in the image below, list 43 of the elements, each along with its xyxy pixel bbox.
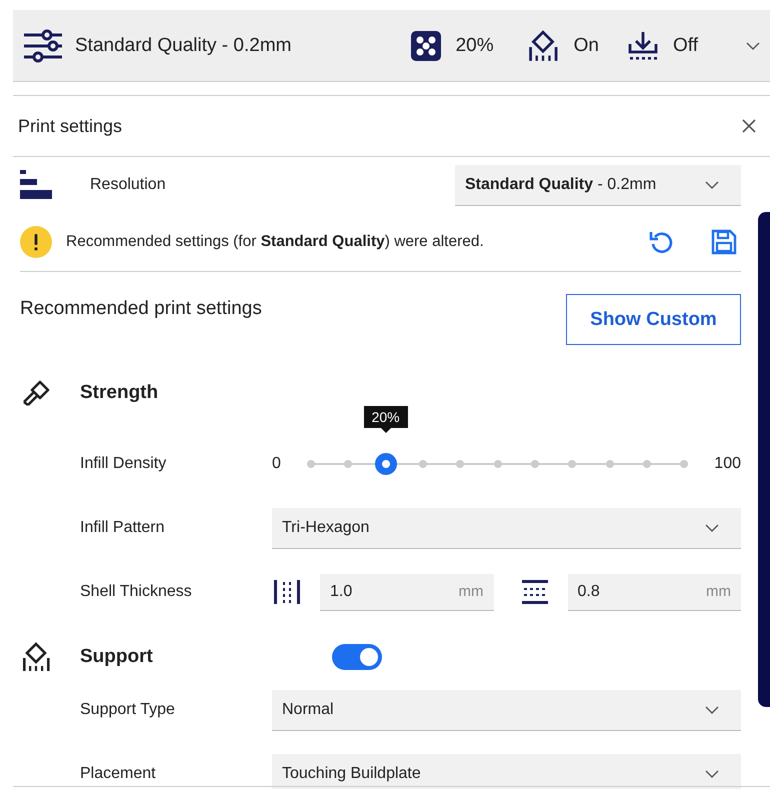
layer-height-icon — [20, 170, 52, 200]
sliders-icon — [23, 28, 63, 62]
chevron-down-icon — [705, 706, 719, 714]
setting-label: Support Type — [80, 701, 175, 718]
panel-title: Print settings — [18, 116, 122, 136]
top-bottom-thickness-icon — [520, 579, 550, 605]
dropdown[interactable]: Normal — [272, 690, 741, 730]
support-icon — [20, 641, 52, 673]
number-field[interactable]: 0.8 mm — [568, 574, 741, 610]
profile-label: Standard Quality - 0.2mm — [75, 34, 292, 56]
section-heading: Recommended print settings — [20, 298, 262, 320]
dropdown[interactable]: Touching Buildplate — [272, 754, 741, 789]
wall-thickness-icon — [272, 579, 302, 605]
dropdown[interactable]: Tri-Hexagon — [272, 508, 741, 548]
warning-icon — [20, 226, 52, 258]
adhesion-value: Off — [673, 34, 698, 56]
setting-label: Placement — [80, 765, 156, 782]
setting-label: Infill Pattern — [80, 519, 164, 536]
number-field[interactable]: 1.0 mm — [320, 574, 494, 610]
support-toggle[interactable] — [332, 644, 382, 670]
resolution-label: Resolution — [90, 176, 166, 193]
infill-icon — [410, 30, 442, 62]
chevron-down-icon — [746, 42, 760, 50]
infill-value: 20% — [456, 34, 494, 56]
chevron-down-icon — [705, 770, 719, 778]
setting-label: Infill Density — [80, 455, 166, 472]
support-value: On — [574, 34, 599, 56]
slider-thumb[interactable] — [374, 453, 397, 475]
slider-tooltip: 20% — [364, 406, 408, 433]
setting-label: Shell Thickness — [80, 583, 192, 600]
category-title: Support — [80, 646, 153, 667]
slider-max-label: 100 — [714, 455, 741, 473]
category-title: Strength — [80, 382, 158, 403]
altered-notice: Recommended settings (for Standard Quality) were altered. — [66, 233, 485, 251]
resolution-dropdown[interactable]: Standard Quality - 0.2mm — [455, 164, 741, 206]
print-setup-bar[interactable]: Standard Quality - 0.2mm 20% On Off — [13, 10, 770, 82]
adhesion-icon — [627, 30, 659, 62]
scrollbar[interactable] — [758, 212, 770, 707]
chevron-down-icon — [705, 524, 719, 532]
slider-min-label: 0 — [272, 455, 281, 473]
chevron-down-icon — [705, 180, 719, 188]
reset-icon — [649, 229, 673, 255]
show-custom-button[interactable]: Show Custom — [566, 294, 741, 345]
